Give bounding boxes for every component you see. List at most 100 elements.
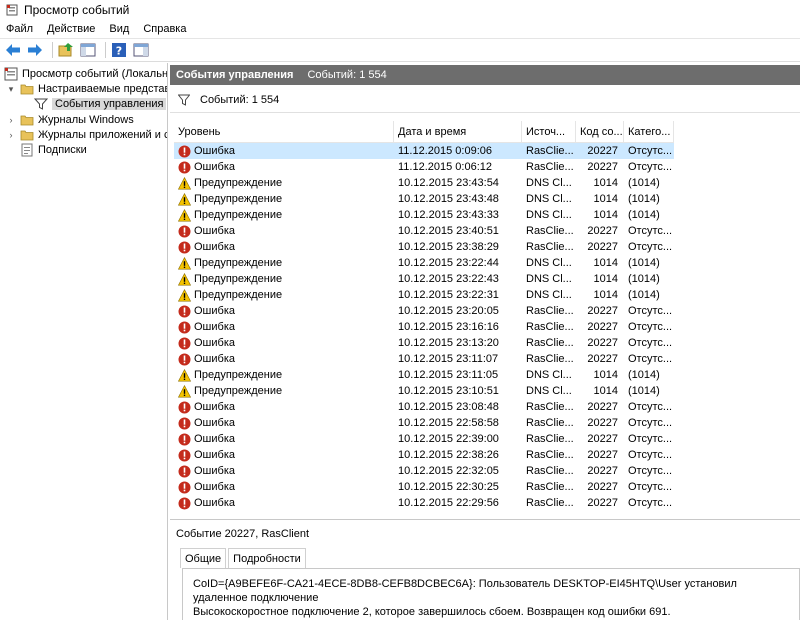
cell-level-text: Предупреждение xyxy=(194,177,283,189)
error-icon xyxy=(178,401,191,413)
show-hide-tree-button[interactable] xyxy=(79,41,97,59)
error-icon xyxy=(178,145,191,157)
chevron-down-icon[interactable]: ▾ xyxy=(6,84,16,94)
filter-icon xyxy=(34,98,48,110)
toolbar: ? xyxy=(0,38,800,62)
cell-level-text: Ошибка xyxy=(194,417,235,429)
table-row[interactable]: Ошибка 10.12.2015 23:16:16 RasClie... 20227… xyxy=(174,319,674,335)
cell-level: Предупреждение xyxy=(174,271,394,287)
cell-category: Отсутс... xyxy=(628,161,673,173)
table-row[interactable]: Ошибка 10.12.2015 23:08:48 RasClie... 20227… xyxy=(174,399,674,415)
menu-action[interactable]: Действие xyxy=(47,23,95,35)
cell-source: DNS Cl... xyxy=(526,385,572,397)
table-row[interactable]: Ошибка 10.12.2015 23:13:20 RasClie... 20227… xyxy=(174,335,674,351)
tree-item-custom-views[interactable]: ▾ Настраиваемые представле xyxy=(6,81,167,97)
error-icon xyxy=(178,225,191,237)
table-row[interactable]: Ошибка 10.12.2015 23:40:51 RasClie... 20227… xyxy=(174,223,674,239)
cell-date: 10.12.2015 22:30:25 xyxy=(398,481,499,493)
tree-item-subscriptions[interactable]: Подписки xyxy=(20,142,87,158)
cell-level: Ошибка xyxy=(174,399,394,415)
table-row[interactable]: Ошибка 10.12.2015 23:11:07 RasClie... 20227… xyxy=(174,351,674,367)
chevron-right-icon[interactable]: › xyxy=(6,130,16,140)
column-header-category[interactable]: Катего... xyxy=(624,121,674,143)
column-header-event-id[interactable]: Код со... xyxy=(576,121,624,143)
cell-date: 10.12.2015 23:08:48 xyxy=(398,401,499,413)
table-row[interactable]: Ошибка 10.12.2015 22:58:58 RasClie... 20227… xyxy=(174,415,674,431)
cell-source: RasClie... xyxy=(526,401,574,413)
tree-item-windows-logs[interactable]: › Журналы Windows xyxy=(6,112,134,128)
up-folder-button[interactable] xyxy=(57,41,75,59)
folder-icon xyxy=(20,84,34,95)
cell-event-id: 20227 xyxy=(587,433,618,445)
tree-item-label: Журналы приложений и сл xyxy=(38,129,168,141)
folder-up-icon xyxy=(58,43,73,57)
cell-event-id: 20227 xyxy=(587,241,618,253)
table-row[interactable]: Предупреждение 10.12.2015 23:43:54 DNS Cl.… xyxy=(174,175,674,191)
cell-event-id: 20227 xyxy=(587,145,618,157)
cell-event-id: 20227 xyxy=(587,449,618,461)
table-row[interactable]: Предупреждение 10.12.2015 23:22:44 DNS Cl.… xyxy=(174,255,674,271)
table-row[interactable]: Ошибка 10.12.2015 22:38:26 RasClie... 20227… xyxy=(174,447,674,463)
tab-general[interactable]: Общие xyxy=(180,548,227,568)
cell-source: DNS Cl... xyxy=(526,273,572,285)
table-row[interactable]: Ошибка 10.12.2015 22:39:00 RasClie... 20227… xyxy=(174,431,674,447)
back-button[interactable] xyxy=(4,41,22,59)
table-row[interactable]: Предупреждение 10.12.2015 23:22:43 DNS Cl.… xyxy=(174,271,674,287)
table-row[interactable]: Ошибка 10.12.2015 22:29:56 RasClie... 20227… xyxy=(174,495,674,511)
cell-source: RasClie... xyxy=(526,337,574,349)
cell-level: Ошибка xyxy=(174,495,394,511)
column-header-level[interactable]: Уровень xyxy=(174,121,394,143)
tree-item-app-service-logs[interactable]: › Журналы приложений и сл xyxy=(6,127,168,143)
table-row[interactable]: Предупреждение 10.12.2015 23:22:31 DNS Cl.… xyxy=(174,287,674,303)
tree-pane-icon xyxy=(80,43,96,57)
toolbar-separator xyxy=(105,42,106,58)
menu-help[interactable]: Справка xyxy=(143,23,186,35)
event-viewer-icon xyxy=(4,67,18,81)
error-icon xyxy=(178,305,191,317)
warning-icon xyxy=(178,272,191,285)
table-row[interactable]: Ошибка 10.12.2015 23:20:05 RasClie... 20227… xyxy=(174,303,674,319)
cell-level: Ошибка xyxy=(174,303,394,319)
cell-source: RasClie... xyxy=(526,417,574,429)
cell-date: 10.12.2015 23:16:16 xyxy=(398,321,499,333)
cell-level: Ошибка xyxy=(174,463,394,479)
column-header-date[interactable]: Дата и время xyxy=(394,121,522,143)
forward-button[interactable] xyxy=(26,41,44,59)
cell-category: Отсутс... xyxy=(628,497,673,509)
cell-date: 10.12.2015 23:20:05 xyxy=(398,305,499,317)
table-row[interactable]: Ошибка 10.12.2015 22:32:05 RasClie... 20227… xyxy=(174,463,674,479)
tree-item-event-viewer-root[interactable]: Просмотр событий (Локальнь xyxy=(4,66,167,82)
cell-category: (1014) xyxy=(628,177,660,189)
table-row[interactable]: Предупреждение 10.12.2015 23:10:51 DNS Cl.… xyxy=(174,383,674,399)
cell-level: Предупреждение xyxy=(174,367,394,383)
table-row[interactable]: Ошибка 10.12.2015 22:30:25 RasClie... 20227… xyxy=(174,479,674,495)
cell-event-id: 1014 xyxy=(593,385,618,397)
subscriptions-icon xyxy=(21,143,33,157)
cell-date: 10.12.2015 23:22:43 xyxy=(398,273,499,285)
table-row[interactable]: Предупреждение 10.12.2015 23:43:48 DNS Cl.… xyxy=(174,191,674,207)
table-row[interactable]: Ошибка 10.12.2015 23:38:29 RasClie... 20227… xyxy=(174,239,674,255)
cell-level-text: Предупреждение xyxy=(194,209,283,221)
tree-item-admin-events[interactable]: События управления xyxy=(34,96,167,112)
tab-details[interactable]: Подробности xyxy=(228,548,306,568)
table-row[interactable]: Предупреждение 10.12.2015 23:43:33 DNS Cl.… xyxy=(174,207,674,223)
cell-level-text: Предупреждение xyxy=(194,193,283,205)
table-row[interactable]: Ошибка 11.12.2015 0:09:06 RasClie... 20227 О… xyxy=(174,143,674,159)
cell-category: (1014) xyxy=(628,193,660,205)
cell-category: (1014) xyxy=(628,385,660,397)
table-row[interactable]: Предупреждение 10.12.2015 23:11:05 DNS Cl.… xyxy=(174,367,674,383)
properties-button[interactable] xyxy=(132,41,150,59)
menu-file[interactable]: Файл xyxy=(6,23,33,35)
cell-source: RasClie... xyxy=(526,161,574,173)
cell-level: Ошибка xyxy=(174,335,394,351)
cell-date: 10.12.2015 23:38:29 xyxy=(398,241,499,253)
menu-view[interactable]: Вид xyxy=(109,23,129,35)
warning-icon xyxy=(178,288,191,301)
cell-level-text: Ошибка xyxy=(194,145,235,157)
cell-level: Ошибка xyxy=(174,319,394,335)
chevron-right-icon[interactable]: › xyxy=(6,115,16,125)
cell-level-text: Предупреждение xyxy=(194,385,283,397)
help-button[interactable]: ? xyxy=(110,41,128,59)
column-header-source[interactable]: Источ... xyxy=(522,121,576,143)
table-row[interactable]: Ошибка 11.12.2015 0:06:12 RasClie... 20227 О… xyxy=(174,159,674,175)
